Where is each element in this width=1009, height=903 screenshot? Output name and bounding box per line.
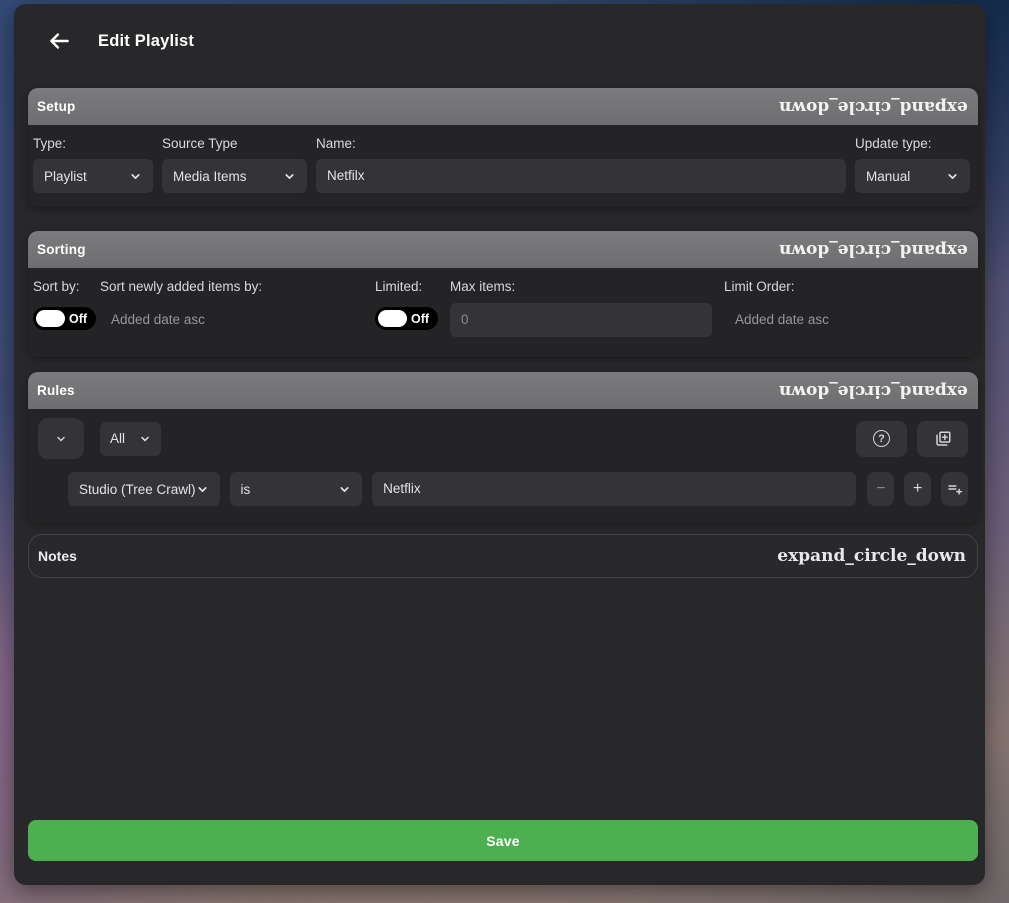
playlist-add-icon	[946, 480, 964, 498]
rule-operator-select[interactable]: is	[229, 472, 363, 506]
chevron-down-icon	[139, 433, 151, 445]
update-type-select-value: Manual	[866, 168, 911, 184]
edit-playlist-panel: Edit Playlist Setup expand_circle_down T…	[14, 4, 985, 885]
sort-newly-label: Sort newly added items by:	[100, 279, 263, 294]
setup-section-header[interactable]: Setup expand_circle_down	[28, 88, 978, 125]
library-add-icon	[934, 430, 952, 448]
rule-value-input[interactable]	[372, 472, 857, 506]
type-select-value: Playlist	[44, 168, 87, 184]
source-type-select-value: Media Items	[173, 168, 247, 184]
expand-circle-down-icon[interactable]: expand_circle_down	[779, 240, 968, 260]
limited-toggle[interactable]: Off	[375, 307, 438, 330]
chevron-down-icon	[129, 170, 142, 183]
toggle-thumb	[378, 310, 407, 327]
sorting-section-title: Sorting	[37, 242, 86, 257]
arrow-back-icon	[46, 28, 72, 54]
rules-section: Rules expand_circle_down All ? Studio (T…	[28, 372, 978, 523]
rules-group-row: All ?	[38, 418, 968, 459]
source-type-select[interactable]: Media Items	[162, 159, 307, 193]
sorting-body: Sort by: Off Sort newly added items by: …	[28, 268, 978, 357]
limited-label: Limited:	[375, 279, 423, 294]
rule-field-select[interactable]: Studio (Tree Crawl)	[68, 472, 220, 506]
setup-body: Type: Playlist Source Type Media Items N…	[28, 125, 978, 207]
limit-order-label: Limit Order:	[724, 279, 795, 294]
rules-section-header[interactable]: Rules expand_circle_down	[28, 372, 978, 409]
update-type-label: Update type:	[855, 136, 932, 151]
max-items-label: Max items:	[450, 279, 516, 294]
notes-section-header[interactable]: Notes expand_circle_down	[28, 534, 978, 578]
rules-section-title: Rules	[37, 383, 75, 398]
match-mode-value: All	[110, 431, 126, 446]
toggle-state-label: Off	[69, 311, 88, 326]
remove-rule-button[interactable]: −	[867, 472, 895, 506]
expand-circle-down-icon[interactable]: expand_circle_down	[779, 97, 968, 117]
add-rule-group-button[interactable]	[941, 472, 969, 506]
chevron-down-icon	[946, 170, 959, 183]
collapse-group-button[interactable]	[38, 418, 84, 459]
page-title: Edit Playlist	[98, 31, 195, 50]
sort-by-label: Sort by:	[33, 279, 80, 294]
sorting-section: Sorting expand_circle_down Sort by: Off …	[28, 231, 978, 357]
rules-body: All ? Studio (Tree Crawl) is Netflix − +	[28, 409, 978, 523]
rule-operator-value: is	[240, 481, 251, 497]
plus-icon: +	[913, 480, 923, 497]
chevron-down-icon	[283, 170, 296, 183]
type-select[interactable]: Playlist	[33, 159, 153, 193]
chevron-down-icon	[338, 483, 351, 496]
expand-circle-down-icon[interactable]: expand_circle_down	[777, 547, 966, 565]
limit-order-value: Added date asc	[735, 312, 829, 327]
source-type-label: Source Type	[162, 136, 238, 151]
save-button[interactable]: Save	[28, 820, 978, 861]
toggle-thumb	[36, 310, 65, 327]
sort-newly-value: Added date asc	[111, 312, 205, 327]
type-label: Type:	[33, 136, 67, 151]
update-type-select[interactable]: Manual	[855, 159, 970, 193]
toggle-state-label: Off	[411, 311, 430, 326]
help-button[interactable]: ?	[856, 420, 907, 457]
add-rule-button[interactable]: +	[904, 472, 932, 506]
match-mode-select[interactable]: All	[100, 421, 161, 456]
chevron-down-icon	[55, 433, 67, 445]
name-label: Name:	[316, 136, 356, 151]
rule-field-value: Studio (Tree Crawl)	[79, 481, 196, 497]
sorting-section-header[interactable]: Sorting expand_circle_down	[28, 231, 978, 268]
save-button-label: Save	[486, 832, 520, 849]
topbar: Edit Playlist	[14, 4, 985, 56]
notes-section-title: Notes	[38, 548, 77, 564]
max-items-input[interactable]	[450, 303, 712, 337]
chevron-down-icon	[196, 483, 209, 496]
back-button[interactable]	[44, 26, 74, 56]
sort-by-toggle[interactable]: Off	[33, 307, 96, 330]
rule-row: Studio (Tree Crawl) is − +	[68, 472, 969, 506]
setup-section-title: Setup	[37, 99, 76, 114]
help-icon: ?	[873, 430, 890, 447]
name-input[interactable]	[316, 159, 846, 193]
duplicate-group-button[interactable]	[917, 420, 968, 457]
setup-section: Setup expand_circle_down Type: Playlist …	[28, 88, 978, 207]
expand-circle-down-icon[interactable]: expand_circle_down	[779, 381, 968, 401]
minus-icon: −	[876, 480, 886, 497]
